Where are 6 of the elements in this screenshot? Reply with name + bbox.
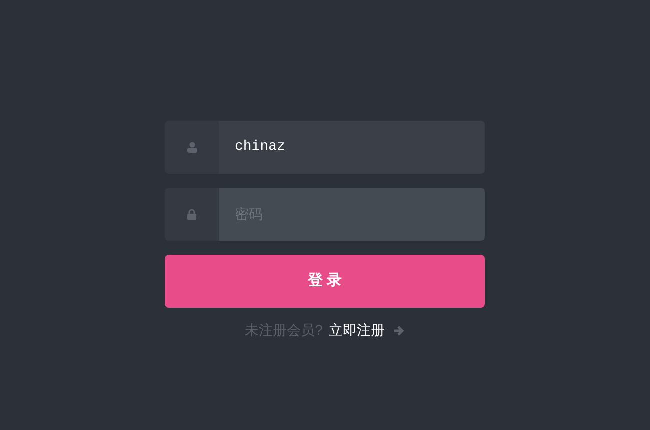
login-button[interactable]: 登 录 bbox=[165, 255, 485, 308]
arrow-right-icon bbox=[392, 324, 405, 336]
lock-icon bbox=[187, 209, 197, 220]
register-link[interactable]: 立即注册 bbox=[328, 320, 385, 341]
user-icon bbox=[186, 142, 198, 153]
username-field[interactable]: chinaz bbox=[219, 121, 485, 174]
